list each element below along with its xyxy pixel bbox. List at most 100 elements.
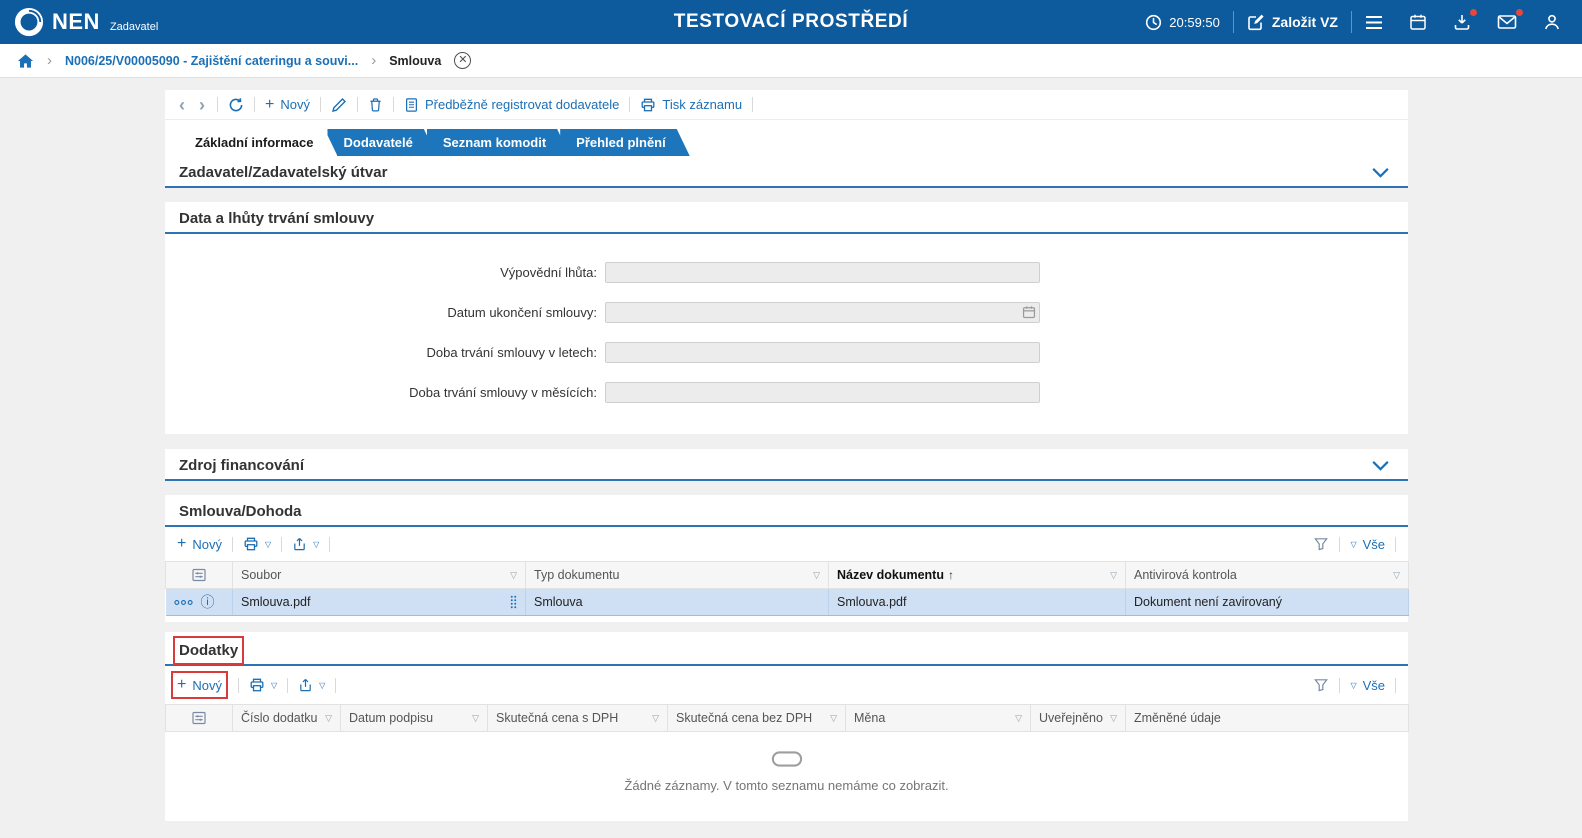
- dates-form: Výpovědní lhůta: Datum ukončení smlouvy:: [165, 234, 1408, 434]
- brand[interactable]: NEN Zadavatel: [14, 7, 158, 37]
- contract-card: Smlouva/Dohoda + Nový ▽: [165, 495, 1408, 622]
- column-filter-icon[interactable]: ▽: [1393, 570, 1400, 581]
- edit-record-button[interactable]: [331, 97, 347, 113]
- downloads-button[interactable]: [1440, 0, 1484, 44]
- preregister-supplier-button[interactable]: Předběžně registrovat dodavatele: [404, 97, 619, 113]
- calendar-icon[interactable]: [1022, 305, 1036, 319]
- form-row: Doba trvání smlouvy v letech:: [165, 332, 1408, 372]
- datum-ukonceni-field[interactable]: [605, 302, 1040, 323]
- contract-view-all-dropdown[interactable]: ▽ Vše: [1350, 537, 1385, 552]
- nav-next-button[interactable]: ›: [197, 96, 207, 114]
- section-contract-header: Smlouva/Dohoda: [165, 495, 1408, 527]
- field-label-doba-v-letech: Doba trvání smlouvy v letech:: [165, 345, 605, 360]
- dropdown-triangle-icon: ▽: [265, 540, 271, 549]
- column-header-uverejneno[interactable]: Uveřejněno▽: [1031, 705, 1126, 732]
- contract-export-button[interactable]: ▽: [292, 536, 319, 552]
- tab-label: Přehled plnění: [576, 135, 666, 150]
- calendar-button[interactable]: [1396, 0, 1440, 44]
- tab-prehled-plneni[interactable]: Přehled plnění: [560, 129, 690, 156]
- column-header-cena-bez-dph[interactable]: Skutečná cena bez DPH▽: [668, 705, 846, 732]
- close-record-icon[interactable]: ✕: [454, 52, 471, 69]
- column-header-nazev-dokumentu[interactable]: Název dokumentu↑▽: [829, 562, 1126, 589]
- column-filter-icon[interactable]: ▽: [472, 713, 479, 724]
- content-column: ‹ › + Nový: [165, 90, 1408, 821]
- breadcrumb-separator: ›: [371, 53, 376, 68]
- refresh-button[interactable]: [228, 97, 244, 113]
- column-filter-icon[interactable]: ▽: [813, 570, 820, 581]
- divider: [393, 97, 394, 112]
- vypovedni-lhuta-field[interactable]: [605, 262, 1040, 283]
- tab-dodavatele[interactable]: Dodavatelé: [327, 129, 436, 156]
- contract-print-button[interactable]: ▽: [243, 536, 271, 552]
- column-header-cislo-dodatku[interactable]: Číslo dodatku▽: [233, 705, 341, 732]
- column-settings-header[interactable]: [166, 562, 233, 589]
- amendments-print-button[interactable]: ▽: [249, 677, 277, 693]
- column-header-antivirova-kontrola[interactable]: Antivirová kontrola▽: [1126, 562, 1409, 589]
- drag-handle-icon[interactable]: [510, 595, 517, 609]
- main-menu-button[interactable]: [1352, 0, 1396, 44]
- doba-v-mesicich-field[interactable]: [605, 382, 1040, 403]
- column-filter-icon[interactable]: ▽: [1110, 570, 1117, 581]
- messages-button[interactable]: [1484, 0, 1530, 44]
- divider: [1395, 537, 1396, 552]
- divider: [238, 678, 239, 693]
- amendments-empty-text: Žádné záznamy. V tomto seznamu nemáme co…: [165, 778, 1408, 793]
- expand-section-button[interactable]: [1371, 167, 1390, 178]
- row-info-icon[interactable]: ⓘ: [201, 592, 215, 612]
- brand-name: NEN: [52, 9, 100, 35]
- column-filter-icon[interactable]: ▽: [1015, 713, 1022, 724]
- column-header-mena[interactable]: Měna▽: [846, 705, 1031, 732]
- funding-card: Zdroj financování: [165, 449, 1408, 481]
- amendments-export-button[interactable]: ▽: [298, 677, 325, 693]
- column-header-cena-s-dph[interactable]: Skutečná cena s DPH▽: [488, 705, 668, 732]
- nav-prev-button[interactable]: ‹: [177, 96, 187, 114]
- new-record-button[interactable]: + Nový: [265, 97, 310, 113]
- tab-zakladni-informace[interactable]: Základní informace: [179, 129, 337, 156]
- dates-card: Data a lhůty trvání smlouvy Výpovědní lh…: [165, 202, 1408, 434]
- column-header-soubor[interactable]: Soubor▽: [233, 562, 526, 589]
- row-actions-cell: ⓘ: [166, 589, 233, 616]
- contract-table-row[interactable]: ⓘ Smlouva.pdf: [166, 589, 1409, 616]
- column-filter-icon[interactable]: ▽: [510, 570, 517, 581]
- column-header-datum-podpisu[interactable]: Datum podpisu▽: [341, 705, 488, 732]
- column-filter-icon[interactable]: ▽: [830, 713, 837, 724]
- column-filter-icon[interactable]: ▽: [1110, 713, 1117, 724]
- delete-record-button[interactable]: [368, 97, 383, 113]
- section-amendments-header: Dodatky: [165, 632, 1408, 666]
- breadcrumb-current: Smlouva: [389, 54, 441, 68]
- column-filter-icon[interactable]: ▽: [652, 713, 659, 724]
- tab-label: Základní informace: [195, 135, 313, 150]
- column-settings-header[interactable]: [166, 705, 233, 732]
- amendments-new-button[interactable]: + Nový: [177, 677, 222, 693]
- profile-button[interactable]: [1530, 0, 1574, 44]
- filter-funnel-icon[interactable]: [1313, 536, 1329, 552]
- divider: [254, 97, 255, 112]
- section-contracting-header[interactable]: Zadavatel/Zadavatelský útvar: [165, 156, 1408, 188]
- clock-icon: [1145, 14, 1162, 31]
- column-header-typ-dokumentu[interactable]: Typ dokumentu▽: [526, 562, 829, 589]
- tab-seznam-komodit[interactable]: Seznam komodit: [427, 129, 570, 156]
- download-icon: [1453, 13, 1471, 31]
- filter-funnel-icon[interactable]: [1313, 677, 1329, 693]
- amendments-card: Dodatky + Nový ▽: [165, 632, 1408, 821]
- brand-role-label: Zadavatel: [110, 21, 158, 37]
- form-row: Datum ukončení smlouvy:: [165, 292, 1408, 332]
- print-record-button[interactable]: Tisk záznamu: [640, 97, 742, 113]
- doba-v-letech-field[interactable]: [605, 342, 1040, 363]
- column-filter-icon[interactable]: ▽: [325, 713, 332, 724]
- contract-new-button[interactable]: + Nový: [177, 536, 222, 552]
- record-toolbar: ‹ › + Nový: [165, 90, 1408, 120]
- home-icon[interactable]: [17, 53, 34, 69]
- column-header-zmenene-udaje[interactable]: Změněné údaje: [1126, 705, 1409, 732]
- divider: [335, 678, 336, 693]
- contract-table-filters: ▽ Vše: [1313, 536, 1396, 552]
- section-funding-header[interactable]: Zdroj financování: [165, 449, 1408, 481]
- expand-section-button[interactable]: [1371, 460, 1390, 471]
- create-vz-button[interactable]: Založit VZ: [1234, 0, 1351, 44]
- row-menu-icon[interactable]: [174, 599, 193, 606]
- form-row: Doba trvání smlouvy v měsících:: [165, 372, 1408, 412]
- amendments-view-all-dropdown[interactable]: ▽ Vše: [1350, 678, 1385, 693]
- divider: [281, 537, 282, 552]
- breadcrumb-record-link[interactable]: N006/25/V00005090 - Zajištění cateringu …: [65, 54, 358, 68]
- divider: [752, 97, 753, 112]
